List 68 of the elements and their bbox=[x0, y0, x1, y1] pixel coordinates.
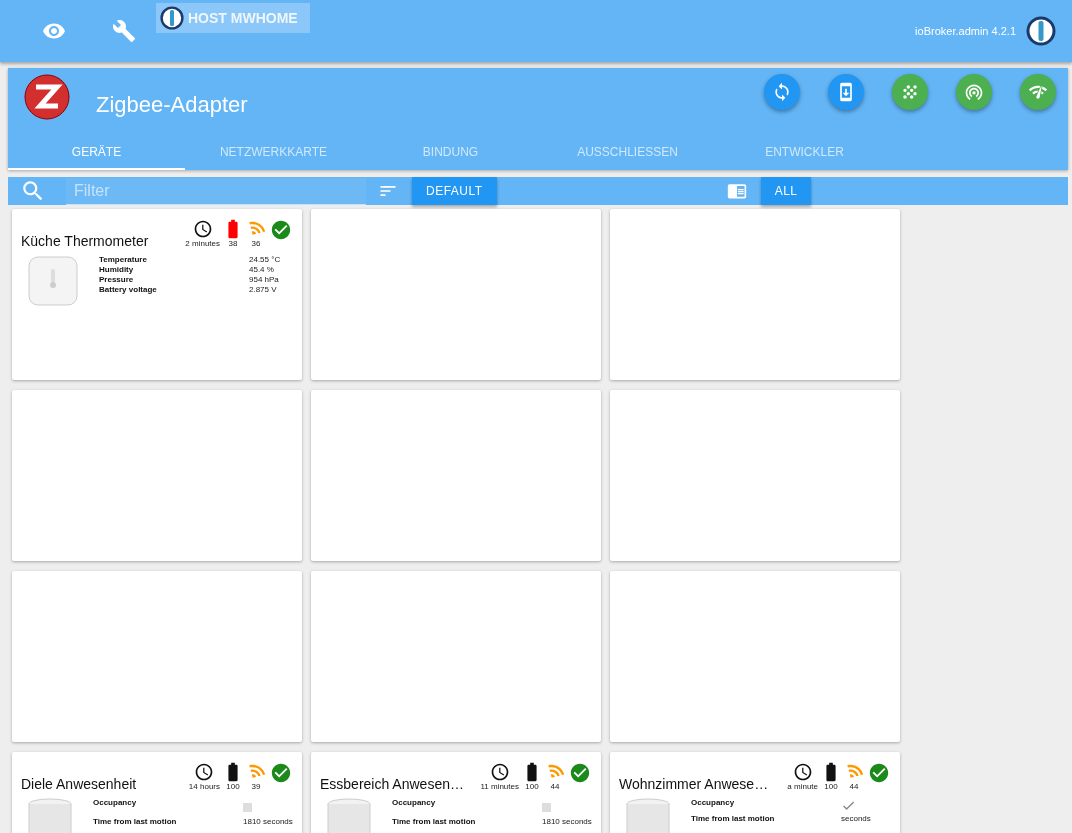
clock-icon bbox=[792, 762, 813, 782]
device-name: Essbereich Anwesen… bbox=[320, 776, 464, 792]
signal-button[interactable] bbox=[1020, 74, 1056, 110]
tab[interactable]: ENTWICKLER bbox=[716, 136, 893, 170]
state-label: Occupancy bbox=[691, 798, 736, 809]
state-label: Occupancy bbox=[93, 798, 138, 809]
logo-icon bbox=[1026, 16, 1056, 46]
tab[interactable]: BINDUNG bbox=[362, 136, 539, 170]
state-label: Time from last motion bbox=[691, 814, 776, 823]
status-icon bbox=[868, 762, 890, 784]
state-value: 24.55 °C bbox=[249, 255, 282, 264]
state-label: Temperature bbox=[99, 255, 148, 264]
motion-sensor-drawing bbox=[326, 798, 372, 833]
state-value: 1810 seconds bbox=[542, 817, 593, 826]
state-value: 1810 seconds bbox=[243, 817, 294, 826]
broadcast-icon bbox=[964, 82, 984, 102]
refresh-icon bbox=[772, 82, 792, 102]
state-value: 2.875 V bbox=[249, 285, 278, 294]
state-label: Time from last motion bbox=[392, 817, 477, 826]
last-seen: 11 minutes bbox=[480, 782, 519, 791]
state-label: Battery voltage bbox=[99, 285, 158, 294]
wrench-icon[interactable] bbox=[112, 19, 136, 43]
link-quality: 36 bbox=[251, 239, 261, 248]
state-label: Pressure bbox=[99, 275, 135, 284]
battery-value: 100 bbox=[226, 782, 240, 791]
status-icon bbox=[270, 762, 292, 784]
dots-icon bbox=[900, 82, 920, 102]
view-icon[interactable] bbox=[726, 181, 747, 201]
tab[interactable]: NETZWERKKARTE bbox=[185, 136, 362, 170]
last-seen: 14 hours bbox=[188, 782, 220, 791]
state-value: seconds bbox=[841, 814, 872, 823]
state-value: 45.4 % bbox=[249, 265, 275, 274]
motion-sensor-drawing bbox=[625, 798, 671, 833]
clock-icon bbox=[192, 219, 213, 239]
thermometer-sensor-drawing bbox=[27, 255, 79, 307]
last-seen: 2 minutes bbox=[185, 239, 220, 248]
state-value: 954 hPa bbox=[249, 275, 280, 284]
device-name: Küche Thermometer bbox=[21, 233, 149, 249]
battery-value: 38 bbox=[228, 239, 238, 248]
link-quality: 44 bbox=[849, 782, 859, 791]
tab[interactable]: GERÄTE bbox=[8, 136, 185, 170]
last-seen: a minute bbox=[787, 782, 818, 791]
refresh-button[interactable] bbox=[764, 74, 800, 110]
link-quality: 44 bbox=[550, 782, 560, 791]
device-name: Diele Anwesenheit bbox=[21, 776, 137, 792]
host-label[interactable]: HOST MWHOME bbox=[156, 3, 310, 33]
download-button[interactable] bbox=[828, 74, 864, 110]
battery-value: 100 bbox=[824, 782, 838, 791]
broadcast-button[interactable] bbox=[956, 74, 992, 110]
status-icon bbox=[569, 762, 591, 784]
clock-icon bbox=[489, 762, 510, 782]
dots-button[interactable] bbox=[892, 74, 928, 110]
clock-icon bbox=[194, 762, 215, 782]
logo-icon bbox=[160, 6, 184, 30]
zigbee-logo bbox=[24, 74, 70, 120]
device-name: Wohnzimmer Anwese… bbox=[619, 776, 769, 792]
state-label: Occupancy bbox=[392, 798, 437, 809]
status-icon bbox=[270, 219, 292, 241]
version-label: ioBroker.admin 4.2.1 bbox=[915, 25, 1016, 37]
motion-sensor-drawing bbox=[27, 798, 73, 833]
sort-button[interactable]: DEFAULT bbox=[412, 177, 497, 205]
battery-value: 100 bbox=[525, 782, 539, 791]
filter-all-button[interactable]: ALL bbox=[760, 177, 812, 205]
adapter-title: Zigbee-Adapter bbox=[96, 92, 248, 118]
state-label: Time from last motion bbox=[93, 817, 178, 826]
state-label: Humidity bbox=[99, 265, 135, 274]
tab[interactable]: AUSSCHLIESSEN bbox=[539, 136, 716, 170]
link-quality: 39 bbox=[251, 782, 261, 791]
